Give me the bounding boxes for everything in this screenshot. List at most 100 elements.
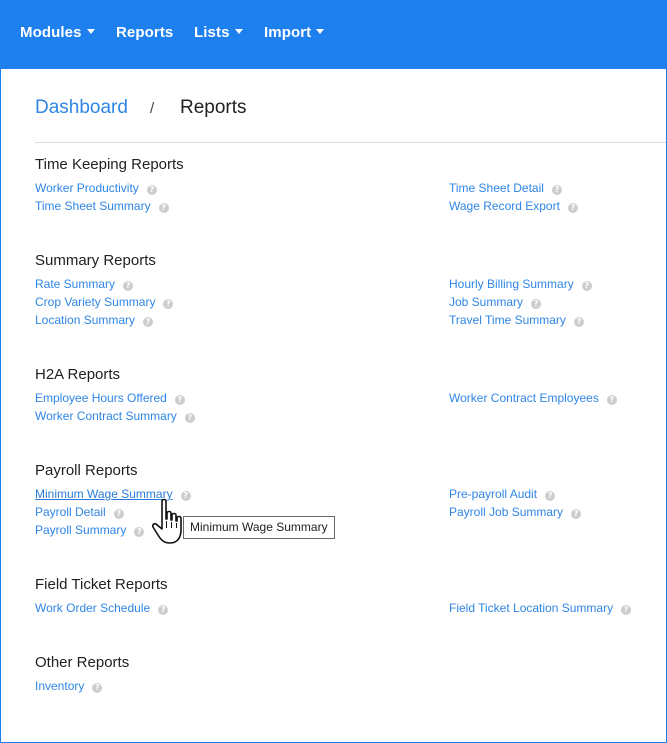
section-title: H2A Reports <box>35 366 121 383</box>
hand-cursor-icon <box>151 498 182 544</box>
section-summary-reports: Summary Reports Rate Summary? Crop Variety… <box>35 251 655 327</box>
report-item: Time Sheet Summary? <box>35 197 169 215</box>
report-item: Rate Summary? <box>35 275 173 293</box>
report-item: Inventory? <box>35 677 103 695</box>
top-navbar: Modules Reports Lists Import <box>0 0 667 69</box>
breadcrumb-separator: / <box>150 100 155 117</box>
report-link-location-summary[interactable]: Location Summary <box>35 313 135 327</box>
help-icon[interactable]: ? <box>545 491 556 501</box>
report-link-employee-hours-offered[interactable]: Employee Hours Offered <box>35 391 167 405</box>
report-item: Work Order Schedule? <box>35 599 169 617</box>
help-icon[interactable]: ? <box>174 395 185 405</box>
section-title: Other Reports <box>35 654 130 671</box>
report-column-left: Inventory? <box>35 677 103 695</box>
report-column-left: Work Order Schedule? <box>35 599 169 617</box>
nav-import-label: Import <box>264 24 312 41</box>
section-time-keeping-reports: Time Keeping Reports Worker Productivity?… <box>35 155 655 213</box>
nav-lists-dropdown[interactable]: Lists <box>194 24 243 41</box>
section-title: Time Keeping Reports <box>35 156 184 173</box>
section-title: Summary Reports <box>35 252 156 269</box>
report-column-right: Hourly Billing Summary? Job Summary? Trave… <box>449 275 592 329</box>
caret-down-icon <box>234 29 243 34</box>
report-item: Time Sheet Detail? <box>449 179 578 197</box>
report-item: Travel Time Summary? <box>449 311 592 329</box>
section-field-ticket-reports: Field Ticket Reports Work Order Schedule?… <box>35 575 655 615</box>
report-link-payroll-summary[interactable]: Payroll Summary <box>35 523 126 537</box>
report-item: Crop Variety Summary? <box>35 293 174 311</box>
help-icon[interactable]: ? <box>581 281 592 291</box>
section-title: Field Ticket Reports <box>35 576 168 593</box>
header-divider <box>35 142 667 143</box>
report-item: Location Summary? <box>35 311 173 329</box>
report-item: Worker Contract Summary? <box>35 407 195 425</box>
report-column-right: Pre-payroll Audit? Payroll Job Summary? <box>449 485 582 521</box>
report-link-payroll-detail[interactable]: Payroll Detail <box>35 505 106 519</box>
report-link-travel-time-summary[interactable]: Travel Time Summary <box>449 313 566 327</box>
report-link-crop-variety-summary[interactable]: Crop Variety Summary <box>35 295 155 309</box>
report-link-wage-record-export[interactable]: Wage Record Export <box>449 199 560 213</box>
report-link-pre-payroll-audit[interactable]: Pre-payroll Audit <box>449 487 537 501</box>
help-icon[interactable]: ? <box>113 509 124 519</box>
report-link-worker-contract-employees[interactable]: Worker Contract Employees <box>449 391 599 405</box>
caret-down-icon <box>316 29 325 34</box>
section-payroll-reports: Payroll Reports Minimum Wage Summary? Payr… <box>35 461 655 537</box>
report-item: Wage Record Export? <box>449 197 578 215</box>
report-link-hourly-billing-summary[interactable]: Hourly Billing Summary <box>449 277 574 291</box>
help-icon[interactable]: ? <box>123 281 134 291</box>
breadcrumb-dashboard-link[interactable]: Dashboard <box>35 97 128 119</box>
help-icon[interactable]: ? <box>134 527 145 537</box>
report-item: Hourly Billing Summary? <box>449 275 592 293</box>
section-title: Payroll Reports <box>35 462 138 479</box>
breadcrumb-current-page: Reports <box>180 97 247 118</box>
nav-reports-link[interactable]: Reports <box>116 24 173 41</box>
breadcrumb: Dashboard / Reports <box>0 69 667 143</box>
report-column-right: Time Sheet Detail? Wage Record Export? <box>449 179 578 215</box>
report-column-left: Employee Hours Offered? Worker Contract S… <box>35 389 195 425</box>
report-column-left: Worker Productivity? Time Sheet Summary? <box>35 179 169 215</box>
report-item: Field Ticket Location Summary? <box>449 599 632 617</box>
report-item: Pre-payroll Audit? <box>449 485 581 503</box>
report-link-worker-productivity[interactable]: Worker Productivity <box>35 181 139 195</box>
tooltip-text: Minimum Wage Summary <box>190 520 328 534</box>
help-icon[interactable]: ? <box>551 185 562 195</box>
report-link-job-summary[interactable]: Job Summary <box>449 295 523 309</box>
report-item: Job Summary? <box>449 293 592 311</box>
help-icon[interactable]: ? <box>531 299 542 309</box>
report-link-time-sheet-detail[interactable]: Time Sheet Detail <box>449 181 544 195</box>
report-link-time-sheet-summary[interactable]: Time Sheet Summary <box>35 199 151 213</box>
help-icon[interactable]: ? <box>621 605 632 615</box>
help-icon[interactable]: ? <box>143 317 154 327</box>
help-icon[interactable]: ? <box>573 317 584 327</box>
nav-lists-label: Lists <box>194 24 230 41</box>
report-item: Worker Contract Employees? <box>449 389 617 407</box>
section-other-reports: Other Reports Inventory? <box>35 653 655 693</box>
nav-modules-label: Modules <box>20 24 82 41</box>
report-column-right: Field Ticket Location Summary? <box>449 599 632 617</box>
report-item: Worker Productivity? <box>35 179 169 197</box>
report-column-right: Worker Contract Employees? <box>449 389 617 407</box>
help-icon[interactable]: ? <box>567 203 578 213</box>
report-item: Payroll Job Summary? <box>449 503 582 521</box>
nav-reports-label: Reports <box>116 24 174 41</box>
help-icon[interactable]: ? <box>606 395 617 405</box>
caret-down-icon <box>86 29 95 34</box>
help-icon[interactable]: ? <box>158 203 169 213</box>
help-icon[interactable]: ? <box>92 683 103 693</box>
help-icon[interactable]: ? <box>571 509 582 519</box>
report-item: Employee Hours Offered? <box>35 389 195 407</box>
help-icon[interactable]: ? <box>158 605 169 615</box>
nav-modules-dropdown[interactable]: Modules <box>20 24 95 41</box>
report-column-left: Rate Summary? Crop Variety Summary? Locati… <box>35 275 174 329</box>
report-link-payroll-job-summary[interactable]: Payroll Job Summary <box>449 505 563 519</box>
report-link-worker-contract-summary[interactable]: Worker Contract Summary <box>35 409 177 423</box>
report-link-field-ticket-location-summary[interactable]: Field Ticket Location Summary <box>449 601 613 615</box>
report-link-inventory[interactable]: Inventory <box>35 679 84 693</box>
report-link-work-order-schedule[interactable]: Work Order Schedule <box>35 601 150 615</box>
help-icon[interactable]: ? <box>184 413 195 423</box>
help-icon[interactable]: ? <box>163 299 174 309</box>
tooltip: Minimum Wage Summary <box>183 516 335 539</box>
section-h2a-reports: H2A Reports Employee Hours Offered? Worker… <box>35 365 655 423</box>
help-icon[interactable]: ? <box>146 185 157 195</box>
report-link-rate-summary[interactable]: Rate Summary <box>35 277 115 291</box>
nav-import-dropdown[interactable]: Import <box>264 24 325 41</box>
